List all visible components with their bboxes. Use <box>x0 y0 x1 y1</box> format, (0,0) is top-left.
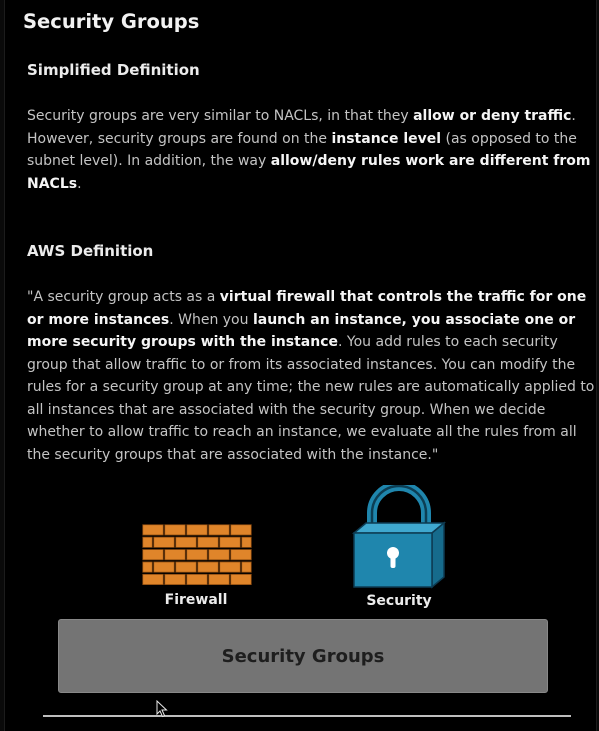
brick <box>175 536 197 548</box>
security-label: Security <box>366 593 432 609</box>
brick <box>219 536 241 548</box>
page-title: Security Groups <box>23 10 200 33</box>
text-run-bold: allow or deny traffic <box>413 108 572 124</box>
brick <box>197 536 219 548</box>
slide-frame: Security Groups Simplified Definition Se… <box>4 0 597 731</box>
text-run: . When you <box>169 311 253 328</box>
brick <box>164 524 186 536</box>
mouse-cursor-icon <box>156 700 168 718</box>
brick <box>186 549 208 561</box>
firewall-label: Firewall <box>164 592 228 608</box>
brick-wall-icon <box>142 524 252 585</box>
text-run: "A security group acts as a <box>27 289 220 305</box>
brick <box>208 549 230 561</box>
brick <box>164 573 186 585</box>
brick <box>241 561 252 573</box>
progress-divider <box>43 715 571 717</box>
simplified-definition-text: Security groups are very similar to NACL… <box>27 105 597 195</box>
brick <box>186 524 208 536</box>
brick <box>153 536 175 548</box>
text-run: . <box>77 175 82 192</box>
brick <box>175 561 197 573</box>
security-groups-button[interactable]: Security Groups <box>58 619 548 693</box>
brick <box>208 573 230 585</box>
padlock-icon <box>351 485 447 589</box>
text-run-bold: instance level <box>331 130 442 147</box>
brick <box>208 524 230 536</box>
brick <box>230 549 252 561</box>
brick <box>142 536 153 548</box>
brick <box>197 561 219 573</box>
brick <box>142 524 164 536</box>
brick <box>142 573 164 585</box>
aws-definition-heading: AWS Definition <box>27 242 154 260</box>
brick <box>230 524 252 536</box>
brick <box>241 536 252 548</box>
brick <box>153 561 175 573</box>
brick <box>142 549 164 561</box>
brick <box>219 561 241 573</box>
text-run: Security groups are very similar to NACL… <box>27 108 414 124</box>
simplified-definition-heading: Simplified Definition <box>27 61 200 79</box>
brick <box>230 573 252 585</box>
aws-definition-text: "A security group acts as a virtual fire… <box>27 286 597 466</box>
brick <box>164 549 186 561</box>
text-run: . You add rules to each security group t… <box>27 334 599 463</box>
brick <box>186 573 208 585</box>
brick <box>142 561 153 573</box>
